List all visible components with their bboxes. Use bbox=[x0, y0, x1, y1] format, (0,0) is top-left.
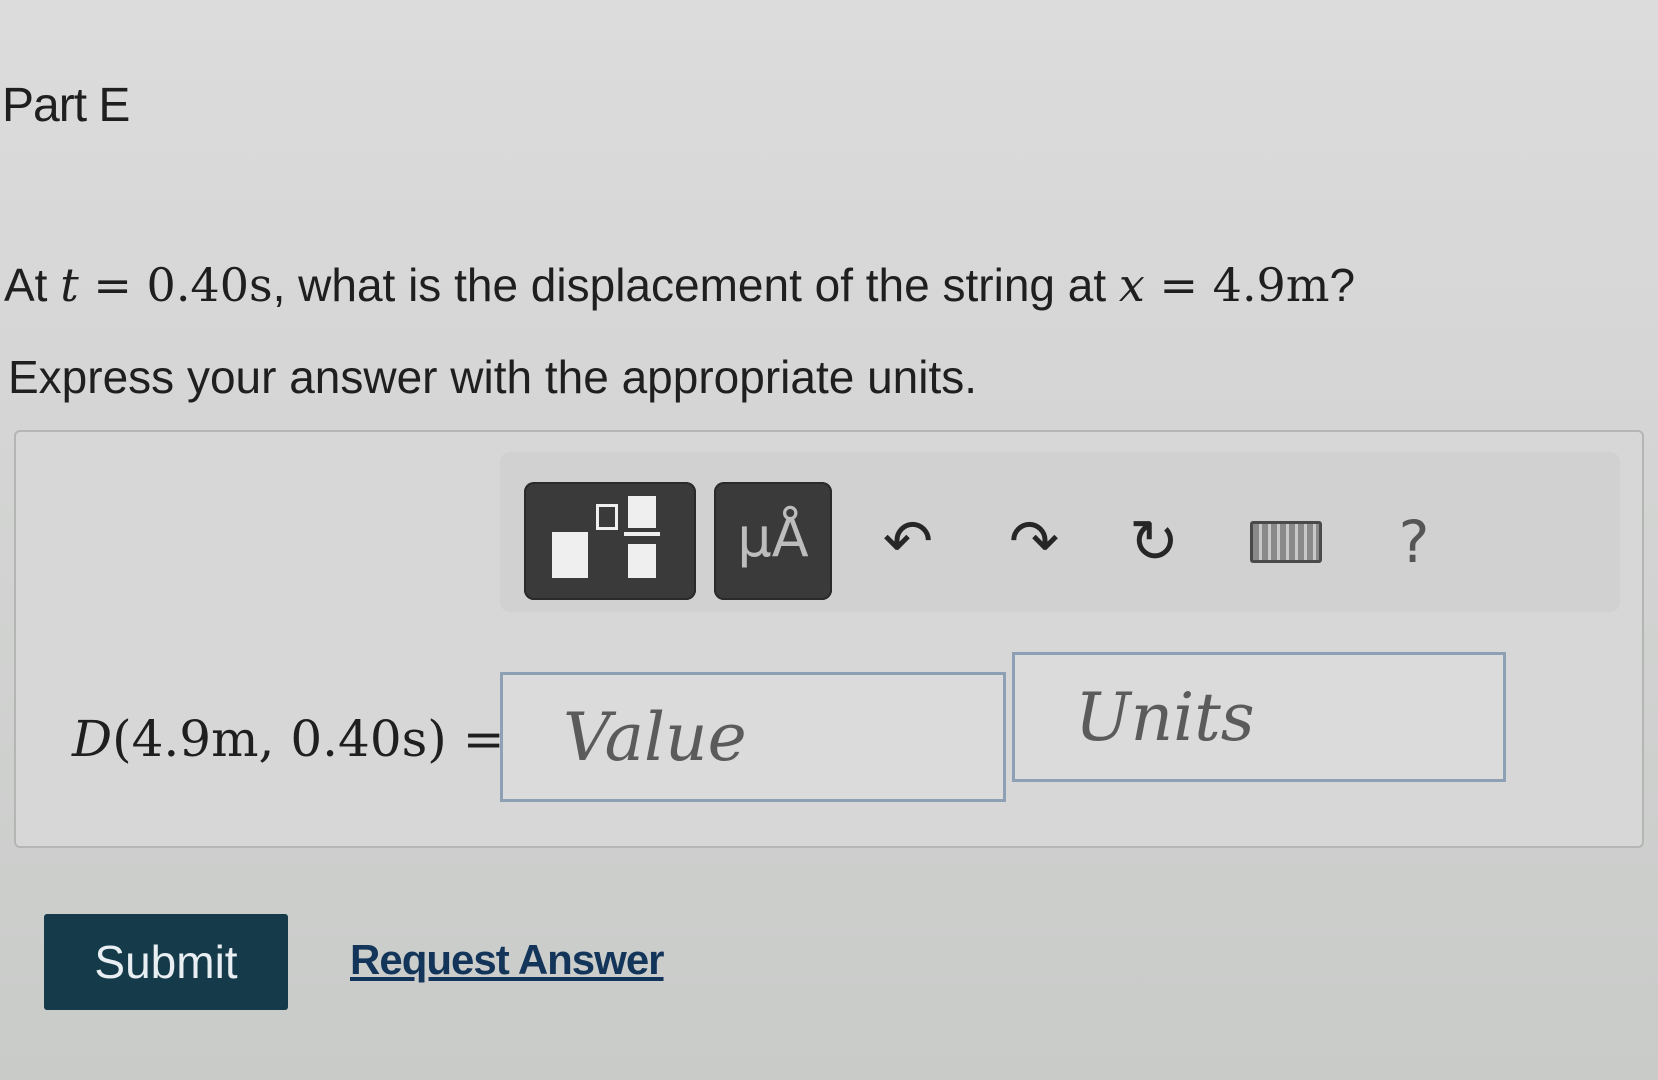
equals-sign: = bbox=[462, 710, 505, 768]
question-suffix: ? bbox=[1329, 259, 1356, 311]
instruction-text: Express your answer with the appropriate… bbox=[8, 351, 978, 403]
function-name: D bbox=[72, 710, 113, 768]
x-value: 4.9m bbox=[1212, 258, 1330, 312]
request-answer-link[interactable]: Request Answer bbox=[350, 936, 665, 984]
x-equals: = bbox=[1159, 258, 1199, 312]
undo-icon[interactable]: ↶ bbox=[868, 502, 948, 582]
math-toolbar: μÅ ↶ ↷ ↻ ? bbox=[500, 452, 1620, 612]
answer-panel: μÅ ↶ ↷ ↻ ? D(4.9m, 0.40s) = bbox=[14, 430, 1644, 848]
units-button[interactable]: μÅ bbox=[714, 482, 832, 600]
x-variable: x bbox=[1118, 258, 1145, 312]
part-title: Part E bbox=[2, 79, 130, 132]
help-icon[interactable]: ? bbox=[1374, 502, 1454, 582]
question-prefix: At bbox=[4, 259, 48, 311]
question-middle: , what is the displacement of the string… bbox=[272, 259, 1107, 311]
value-input[interactable] bbox=[500, 672, 1006, 802]
t-equals: = bbox=[93, 258, 132, 312]
function-args: (4.9m, 0.40s) bbox=[112, 710, 447, 768]
question-text: At t = 0.40s, what is the displacement o… bbox=[4, 258, 1355, 312]
redo-icon[interactable]: ↷ bbox=[994, 502, 1074, 582]
t-variable: t bbox=[60, 258, 79, 312]
templates-button[interactable] bbox=[524, 482, 696, 600]
keyboard-icon[interactable] bbox=[1246, 502, 1326, 582]
t-value: 0.40s bbox=[146, 258, 273, 312]
units-icon: μÅ bbox=[737, 506, 809, 569]
answer-expression-label: D(4.9m, 0.40s) = bbox=[72, 710, 505, 768]
reset-icon[interactable]: ↻ bbox=[1114, 502, 1194, 582]
submit-button[interactable]: Submit bbox=[44, 914, 288, 1010]
units-input[interactable] bbox=[1012, 652, 1506, 782]
